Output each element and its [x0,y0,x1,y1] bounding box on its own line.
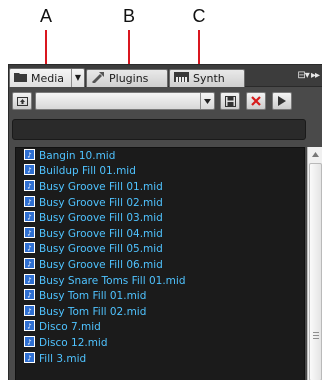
svg-text:♪: ♪ [27,307,31,315]
list-item[interactable]: ♪ Disco 12.mid [16,335,304,351]
folder-icon [14,72,27,85]
chevron-down-icon[interactable] [200,93,214,109]
svg-text:♪: ♪ [27,167,31,175]
file-name: Busy Tom Fill 02.mid [39,305,147,318]
tab-strip: Media ▼ Plugins Synth ⊟▾ ▸▸ [9,65,322,88]
play-icon [278,96,286,106]
midi-file-icon: ♪ [24,242,35,256]
midi-file-icon: ♪ [24,226,35,241]
file-name: Busy Snare Toms Fill 01.mid [39,274,186,287]
list-item[interactable]: ♪ Busy Groove Fill 03.mid [16,210,304,226]
list-item[interactable]: ♪ Busy Groove Fill 02.mid [16,195,304,211]
toolbar [9,87,322,113]
list-item[interactable]: ♪ Disco 7.mid [16,320,304,336]
scroll-up-arrow-icon[interactable] [308,147,322,161]
plugin-icon [91,71,105,86]
tab-plugins[interactable]: Plugins [86,69,168,87]
list-item[interactable]: ♪ Busy Groove Fill 05.mid [16,242,304,258]
tab-plugins-label: Plugins [109,72,149,85]
svg-text:♪: ♪ [27,354,31,362]
list-item[interactable]: ♪ Busy Groove Fill 06.mid [16,257,304,273]
list-item[interactable]: ♪ Busy Tom Fill 01.mid [16,288,304,304]
list-item[interactable]: ♪ Busy Groove Fill 04.mid [16,226,304,242]
midi-file-icon: ♪ [24,335,35,350]
delete-icon [251,96,261,106]
tab-media-label: Media [31,72,65,85]
midi-file-icon: ♪ [24,320,35,334]
list-item[interactable]: ♪ Busy Tom Fill 02.mid [16,304,304,320]
scroll-thumb[interactable] [309,163,322,380]
list-item[interactable]: ♪ Bangin 10.mid [16,148,304,164]
delete-button[interactable] [246,92,266,110]
svg-text:♪: ♪ [27,198,31,206]
chevron-down-icon[interactable]: ▼ [71,69,84,88]
tab-media[interactable]: Media ▼ [9,68,85,88]
file-name: Disco 12.mid [39,336,108,349]
file-name: Disco 7.mid [39,321,101,334]
save-button[interactable] [220,92,240,110]
tab-synth-label: Synth [193,72,225,85]
list-item[interactable]: ♪ Busy Snare Toms Fill 01.mid [16,273,304,289]
file-name: Busy Groove Fill 01.mid [39,180,163,193]
file-name: Busy Groove Fill 06.mid [39,258,163,271]
panel-menu-icon[interactable]: ⊟▾ ▸▸ [297,70,320,81]
file-name: Bangin 10.mid [39,149,116,162]
vertical-scrollbar[interactable] [307,147,322,380]
callout-b: B [122,6,135,26]
up-folder-button[interactable] [12,92,32,110]
list-item[interactable]: ♪ Busy Groove Fill 01.mid [16,179,304,195]
midi-file-icon: ♪ [24,273,35,288]
play-button[interactable] [272,92,292,110]
midi-file-icon: ♪ [24,195,35,210]
file-list[interactable]: ♪ Bangin 10.mid ♪ Buildup Fill 01.mid ♪ Busy … [15,147,305,380]
midi-file-icon: ♪ [24,257,35,272]
path-dropdown[interactable] [35,92,215,110]
svg-text:♪: ♪ [27,323,31,331]
svg-text:♪: ♪ [27,214,31,222]
svg-text:♪: ♪ [27,151,31,159]
svg-text:♪: ♪ [27,292,31,300]
file-name: Fill 3.mid [39,352,87,365]
synth-icon [174,72,189,85]
svg-text:♪: ♪ [27,260,31,268]
file-name: Busy Tom Fill 01.mid [39,290,147,303]
file-name: Busy Groove Fill 02.mid [39,196,163,209]
file-name: Busy Groove Fill 03.mid [39,212,163,225]
file-name: Buildup Fill 01.mid [39,165,136,178]
up-folder-icon [16,96,28,106]
svg-text:♪: ♪ [27,182,31,190]
browser-panel: Media ▼ Plugins Synth ⊟▾ ▸▸ ♪ Bangin 10.… [8,64,322,380]
grip-icon [313,332,319,339]
midi-file-icon: ♪ [24,289,35,303]
midi-file-icon: ♪ [24,211,35,225]
midi-file-icon: ♪ [24,164,35,178]
svg-text:♪: ♪ [27,276,31,284]
callout-c: C [192,6,206,26]
search-input[interactable] [12,119,306,140]
list-item[interactable]: ♪ Buildup Fill 01.mid [16,164,304,180]
midi-file-icon: ♪ [24,179,35,194]
midi-file-icon: ♪ [24,304,35,319]
svg-text:♪: ♪ [27,245,31,253]
midi-file-icon: ♪ [24,351,35,366]
svg-text:♪: ♪ [27,229,31,237]
tab-synth[interactable]: Synth [169,69,245,87]
save-icon [224,95,236,107]
svg-text:♪: ♪ [27,338,31,346]
file-name: Busy Groove Fill 04.mid [39,227,163,240]
file-name: Busy Groove Fill 05.mid [39,243,163,256]
callout-a: A [39,6,52,26]
midi-file-icon: ♪ [24,148,35,163]
list-item[interactable]: ♪ Fill 3.mid [16,351,304,367]
